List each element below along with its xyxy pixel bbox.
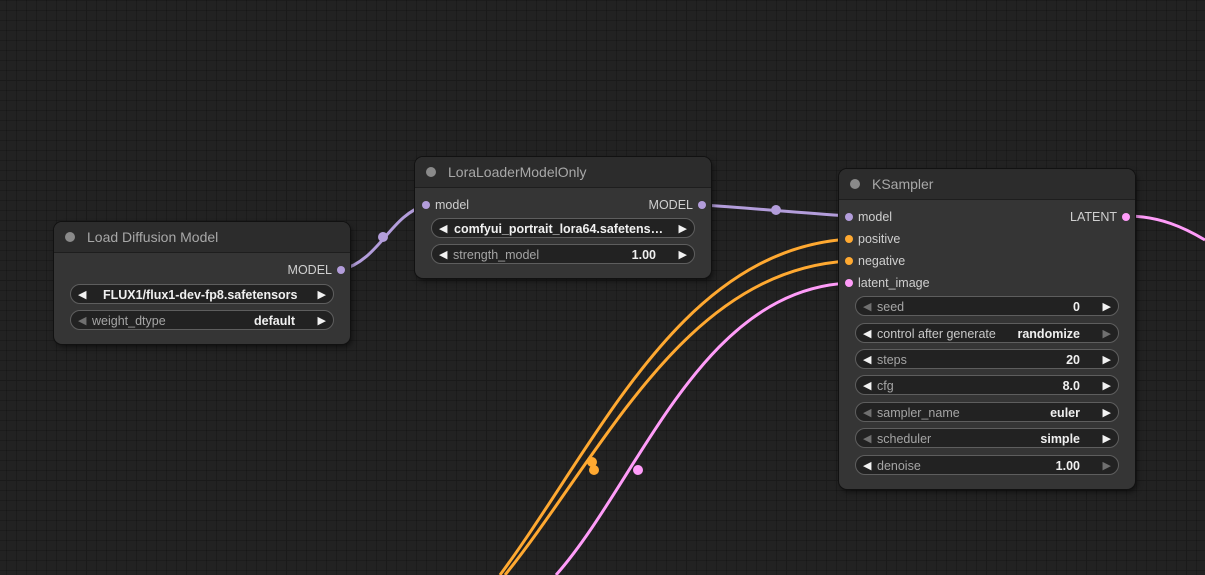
output-slot-model[interactable]: MODEL <box>616 197 706 213</box>
widget-value: 0 <box>1073 300 1080 314</box>
arrow-right-icon[interactable]: ▶ <box>318 311 326 329</box>
strength-model-number[interactable]: ◀ strength_model 1.00 ▶ <box>431 244 695 264</box>
weight-dtype-combo[interactable]: ◀ weight_dtype default ▶ <box>70 310 334 330</box>
sampler-name-combo[interactable]: ◀ sampler_name euler ▶ <box>855 402 1119 422</box>
link-midpoint-marker[interactable] <box>589 465 599 475</box>
denoise-number[interactable]: ◀ denoise 1.00 ▶ <box>855 455 1119 475</box>
widget-label: seed <box>877 300 905 314</box>
input-slot-model[interactable]: model <box>422 197 502 213</box>
lora-name-combo[interactable]: ◀ comfyui_portrait_lora64.safetens… ▶ <box>431 218 695 238</box>
input-label: positive <box>858 232 901 246</box>
input-label: negative <box>858 254 906 268</box>
widget-value: randomize <box>1017 327 1080 341</box>
collapse-dot-icon[interactable] <box>426 167 436 177</box>
arrow-left-icon[interactable]: ◀ <box>863 297 871 315</box>
link-midpoint-marker[interactable] <box>378 232 388 242</box>
output-label: MODEL <box>648 198 693 212</box>
node-title: LoraLoaderModelOnly <box>448 164 587 180</box>
widget-value: euler <box>1050 406 1080 420</box>
arrow-left-icon[interactable]: ◀ <box>863 376 871 394</box>
widget-label: strength_model <box>453 248 540 262</box>
widget-label: scheduler <box>877 432 932 446</box>
arrow-right-icon[interactable]: ▶ <box>1103 324 1111 342</box>
control-after-generate-combo[interactable]: ◀ control after generate randomize ▶ <box>855 323 1119 343</box>
input-slot-dot-icon[interactable] <box>845 235 853 243</box>
arrow-right-icon[interactable]: ▶ <box>1103 350 1111 368</box>
cfg-number[interactable]: ◀ cfg 8.0 ▶ <box>855 375 1119 395</box>
node-lora-loader-model-only[interactable]: LoraLoaderModelOnly model MODEL ◀ comfyu… <box>415 157 711 278</box>
widget-label: weight_dtype <box>92 314 166 328</box>
output-slot-dot-icon[interactable] <box>1122 213 1130 221</box>
node-title-bar[interactable]: Load Diffusion Model <box>54 222 350 253</box>
node-title: Load Diffusion Model <box>87 229 219 245</box>
link-latent-out[interactable] <box>1125 214 1205 242</box>
seed-number[interactable]: ◀ seed 0 ▶ <box>855 296 1119 316</box>
arrow-left-icon[interactable]: ◀ <box>863 429 871 447</box>
input-slot-positive[interactable]: positive <box>845 231 965 247</box>
input-label: model <box>435 198 470 212</box>
output-label: LATENT <box>1070 210 1117 224</box>
output-slot-dot-icon[interactable] <box>337 266 345 274</box>
arrow-right-icon[interactable]: ▶ <box>679 245 687 263</box>
widget-label: denoise <box>877 459 921 473</box>
arrow-left-icon[interactable]: ◀ <box>78 285 86 303</box>
collapse-dot-icon[interactable] <box>850 179 860 189</box>
node-title: KSampler <box>872 176 934 192</box>
arrow-right-icon[interactable]: ▶ <box>1103 403 1111 421</box>
arrow-left-icon[interactable]: ◀ <box>863 350 871 368</box>
arrow-left-icon[interactable]: ◀ <box>78 311 86 329</box>
output-slot-dot-icon[interactable] <box>698 201 706 209</box>
input-slot-dot-icon[interactable] <box>845 213 853 221</box>
lora-name-value: comfyui_portrait_lora64.safetens… <box>454 222 664 236</box>
link-positive[interactable] <box>498 237 850 575</box>
unet-name-combo[interactable]: ◀ FLUX1/flux1-dev-fp8.safetensors ▶ <box>70 284 334 304</box>
widget-value: 1.00 <box>1055 459 1080 473</box>
output-slot-model[interactable]: MODEL <box>255 262 345 278</box>
input-slot-latent-image[interactable]: latent_image <box>845 275 965 291</box>
node-ksampler[interactable]: KSampler model LATENT positive negative … <box>839 169 1135 489</box>
collapse-dot-icon[interactable] <box>65 232 75 242</box>
widget-value: default <box>254 314 295 328</box>
arrow-left-icon[interactable]: ◀ <box>863 403 871 421</box>
input-label: model <box>858 210 893 224</box>
link-midpoint-marker[interactable] <box>633 465 643 475</box>
arrow-right-icon[interactable]: ▶ <box>318 285 326 303</box>
output-slot-latent[interactable]: LATENT <box>1040 209 1130 225</box>
steps-number[interactable]: ◀ steps 20 ▶ <box>855 349 1119 369</box>
widget-value: 20 <box>1066 353 1080 367</box>
arrow-left-icon[interactable]: ◀ <box>439 245 447 263</box>
widget-value: 8.0 <box>1062 379 1080 393</box>
scheduler-combo[interactable]: ◀ scheduler simple ▶ <box>855 428 1119 448</box>
widget-label: cfg <box>877 379 894 393</box>
widget-label: control after generate <box>877 327 996 341</box>
arrow-right-icon[interactable]: ▶ <box>1103 456 1111 474</box>
widget-value: simple <box>1040 432 1080 446</box>
unet-name-value: FLUX1/flux1-dev-fp8.safetensors <box>103 288 298 302</box>
input-label: latent_image <box>858 276 930 290</box>
node-title-bar[interactable]: KSampler <box>839 169 1135 200</box>
arrow-left-icon[interactable]: ◀ <box>439 219 447 237</box>
arrow-left-icon[interactable]: ◀ <box>863 456 871 474</box>
arrow-right-icon[interactable]: ▶ <box>679 219 687 237</box>
input-slot-dot-icon[interactable] <box>845 257 853 265</box>
output-label: MODEL <box>287 263 332 277</box>
widget-value: 1.00 <box>631 248 656 262</box>
link-negative[interactable] <box>503 259 850 575</box>
arrow-right-icon[interactable]: ▶ <box>1103 429 1111 447</box>
input-slot-negative[interactable]: negative <box>845 253 965 269</box>
arrow-left-icon[interactable]: ◀ <box>863 324 871 342</box>
link-midpoint-marker[interactable] <box>771 205 781 215</box>
node-title-bar[interactable]: LoraLoaderModelOnly <box>415 157 711 188</box>
input-slot-dot-icon[interactable] <box>845 279 853 287</box>
widget-label: steps <box>877 353 907 367</box>
input-slot-dot-icon[interactable] <box>422 201 430 209</box>
arrow-right-icon[interactable]: ▶ <box>1103 297 1111 315</box>
widget-label: sampler_name <box>877 406 960 420</box>
arrow-right-icon[interactable]: ▶ <box>1103 376 1111 394</box>
node-load-diffusion-model[interactable]: Load Diffusion Model MODEL ◀ FLUX1/flux1… <box>54 222 350 344</box>
input-slot-model[interactable]: model <box>845 209 965 225</box>
